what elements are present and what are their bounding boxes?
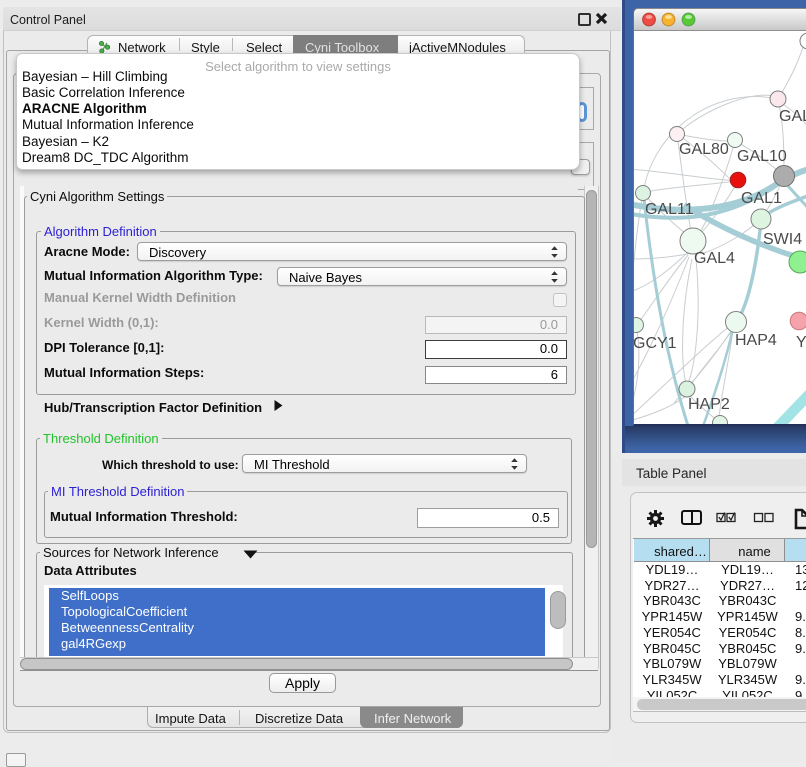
svg-text:SWI4: SWI4 [763, 231, 802, 248]
svg-text:GAL10: GAL10 [737, 148, 787, 165]
svg-text:HAP4: HAP4 [735, 332, 777, 349]
svg-text:GAL11: GAL11 [645, 201, 694, 218]
svg-text:GAL80: GAL80 [679, 141, 729, 158]
svg-text:GAL4: GAL4 [694, 250, 735, 267]
svg-text:Y: Y [796, 334, 806, 351]
svg-text:GCY1: GCY1 [634, 335, 677, 352]
svg-text:GAL7: GAL7 [779, 108, 806, 125]
svg-text:GAL1: GAL1 [741, 190, 782, 207]
svg-text:HAP2: HAP2 [688, 396, 730, 413]
